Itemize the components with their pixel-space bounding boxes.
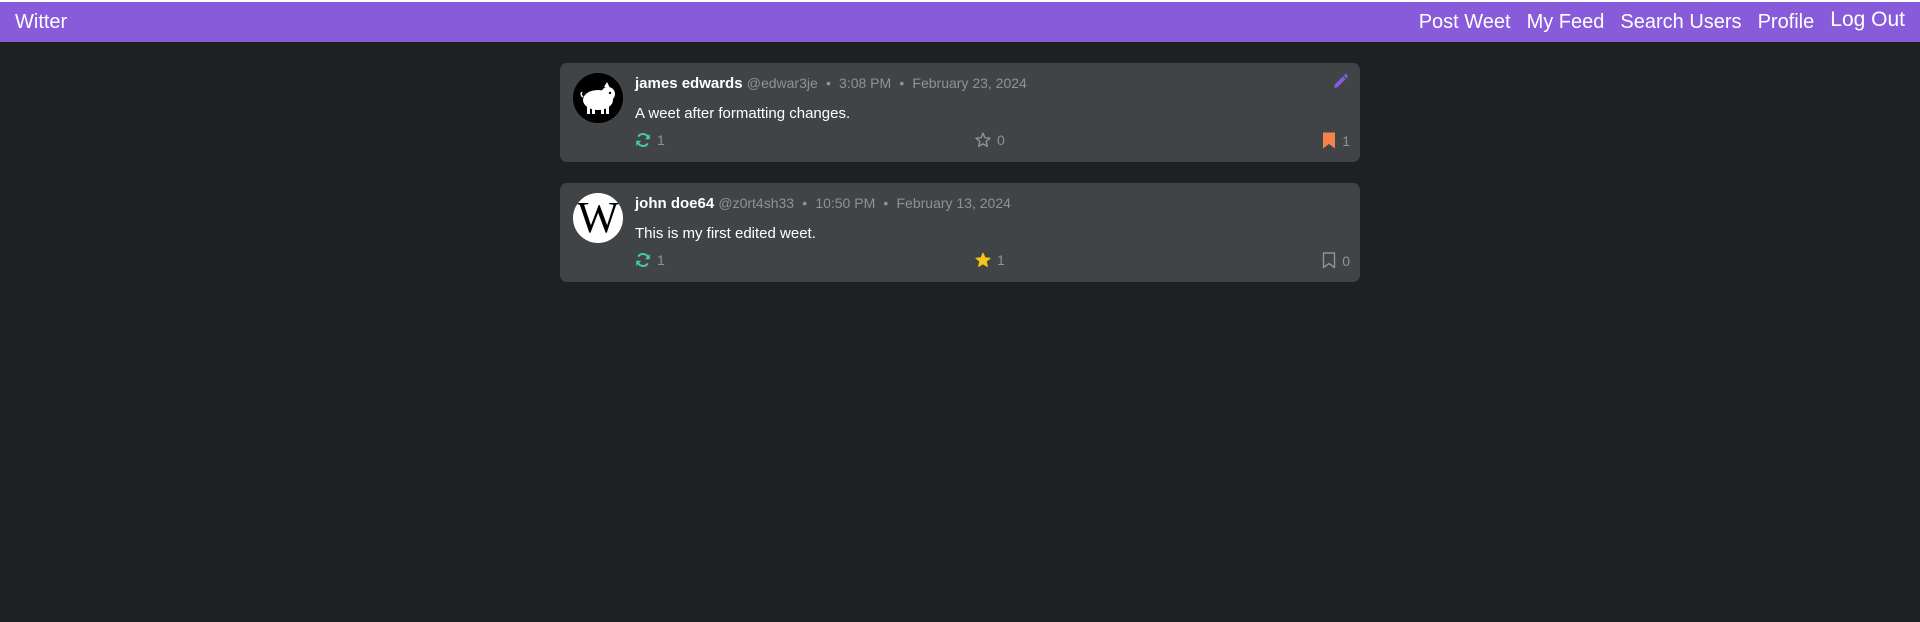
retweet-icon [636,253,650,267]
star-count: 1 [997,252,1005,268]
weet-meta: james edwards @edwar3je • 3:08 PM • Febr… [635,75,1027,92]
brand-link[interactable]: Witter [15,11,67,34]
author-name[interactable]: james edwards [635,75,743,92]
separator-dot: • [802,195,808,211]
separator-dot: • [899,75,905,91]
nav-log-out[interactable]: Log Out [1830,8,1905,32]
weet-text: This is my first edited weet. [635,225,816,242]
nav-search-users[interactable]: Search Users [1620,11,1741,34]
bookmark-button[interactable]: 0 [1322,252,1350,269]
star-filled-icon [975,252,991,267]
bookmark-count: 1 [1342,132,1350,149]
weet-time: 3:08 PM [839,75,892,91]
wikipedia-w-avatar[interactable]: W [573,193,623,243]
weet-card: james edwards @edwar3je • 3:08 PM • Febr… [560,63,1360,162]
bookmark-button[interactable]: 1 [1322,132,1350,149]
retweet-button[interactable]: 1 [635,132,665,148]
pig-icon [573,73,623,123]
separator-dot: • [883,195,889,211]
navbar: Witter Post Weet My Feed Search Users Pr… [0,2,1920,42]
weet-meta: john doe64 @z0rt4sh33 • 10:50 PM • Febru… [635,195,1011,212]
weet-date: February 23, 2024 [912,75,1027,91]
pig-avatar[interactable] [573,73,623,123]
weet-date: February 13, 2024 [896,195,1011,211]
separator-dot: • [825,75,831,91]
star-outline-icon [975,132,991,148]
author-handle: @edwar3je [746,75,818,91]
star-count: 0 [997,132,1005,148]
nav-post-weet[interactable]: Post Weet [1419,11,1511,34]
author-name[interactable]: john doe64 [635,195,714,212]
weet-feed: james edwards @edwar3je • 3:08 PM • Febr… [560,63,1360,282]
weet-time: 10:50 PM [815,195,876,211]
nav-links: Post Weet My Feed Search Users Profile L… [1403,8,1905,34]
bookmark-count: 0 [1342,252,1350,269]
bookmark-outline-icon [1323,252,1336,269]
retweet-count: 1 [657,252,665,268]
retweet-button[interactable]: 1 [635,252,665,268]
weet-text: A weet after formatting changes. [635,105,851,122]
bookmark-filled-icon [1323,132,1336,149]
retweet-count: 1 [657,132,665,148]
retweet-icon [636,133,650,147]
author-handle: @z0rt4sh33 [718,195,795,211]
edit-pencil-icon[interactable] [1331,73,1349,91]
weet-card: W john doe64 @z0rt4sh33 • 10:50 PM • Feb… [560,183,1360,282]
nav-my-feed[interactable]: My Feed [1527,11,1605,34]
nav-profile[interactable]: Profile [1758,11,1815,34]
star-button[interactable]: 0 [975,132,1005,148]
star-button[interactable]: 1 [975,252,1005,268]
